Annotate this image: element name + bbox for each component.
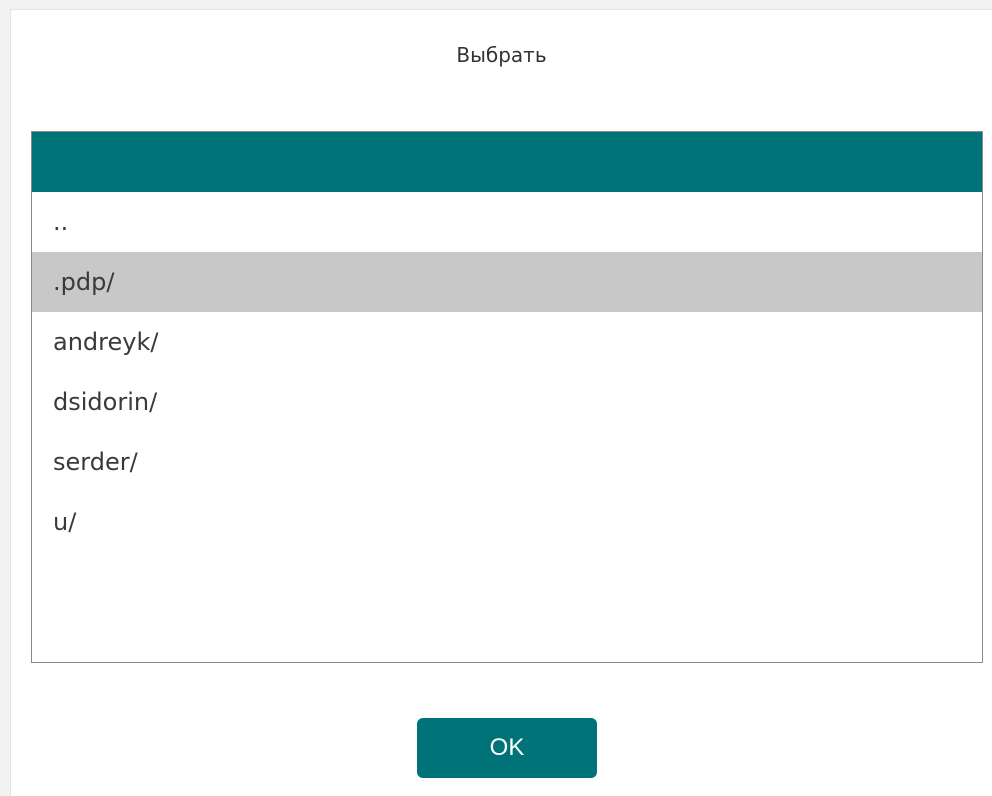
- list-item-andreyk[interactable]: andreyk/: [32, 312, 982, 372]
- list-item-serder[interactable]: serder/: [32, 432, 982, 492]
- list-header: [32, 132, 982, 192]
- list-item-parent-dir[interactable]: ..: [32, 192, 982, 252]
- list-item-u[interactable]: u/: [32, 492, 982, 552]
- list-item-dsidorin[interactable]: dsidorin/: [32, 372, 982, 432]
- ok-button[interactable]: OK: [417, 718, 597, 778]
- list-item-pdp[interactable]: .pdp/: [32, 252, 982, 312]
- directory-list[interactable]: .. .pdp/ andreyk/ dsidorin/ serder/ u/: [31, 131, 983, 663]
- dialog-title: Выбрать: [456, 43, 547, 67]
- select-dialog: Выбрать .. .pdp/ andreyk/ dsidorin/ serd…: [10, 9, 992, 796]
